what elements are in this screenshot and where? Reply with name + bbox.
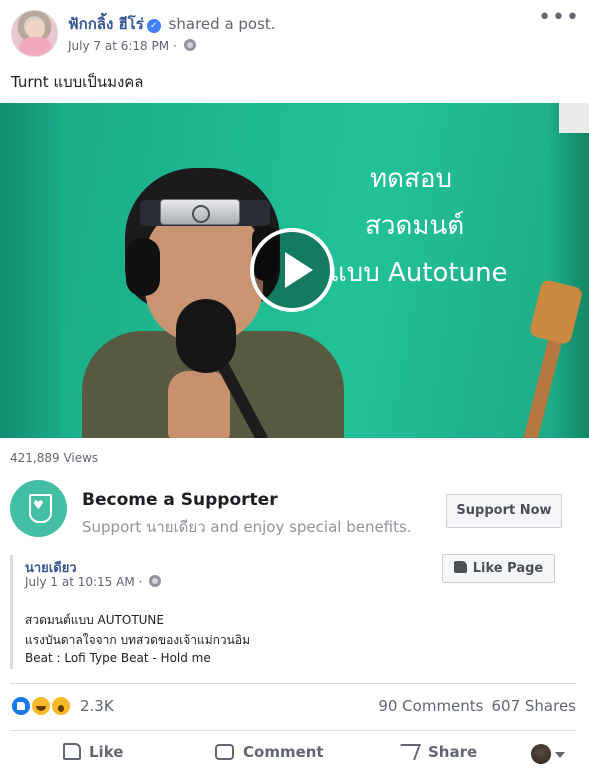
user-avatar[interactable] xyxy=(531,744,551,764)
post-timestamp[interactable]: July 7 at 6:18 PM xyxy=(68,39,169,53)
post-header: ฟักกลิ้ง ฮีโร่ ✓ shared a post. July 7 at… xyxy=(0,0,589,64)
view-count: 421,889 Views xyxy=(10,451,99,465)
video-caption-line: สวดมนต์ xyxy=(365,211,465,241)
avatar-face xyxy=(26,19,45,39)
reaction-count[interactable]: 2.3K xyxy=(80,697,114,715)
like-page-button[interactable]: Like Page xyxy=(442,554,555,583)
thumbs-up-icon xyxy=(63,743,81,760)
globe-icon[interactable] xyxy=(149,575,162,587)
shared-post-meta: July 1 at 10:15 AM · xyxy=(25,575,162,589)
video-bg-left xyxy=(0,103,60,438)
play-button-icon[interactable] xyxy=(250,228,334,312)
shared-text-line: แรงบันดาลใจจาก บทสวดของเจ้าแม่กวนอิม xyxy=(25,633,250,647)
share-button[interactable]: Share xyxy=(395,743,478,761)
video-caption-line: แบบ Autotune xyxy=(330,258,508,288)
supporter-banner: Become a Supporter Support นายเดียว and … xyxy=(0,475,589,550)
shared-text-line: สวดมนต์แบบ AUTOTUNE xyxy=(25,613,164,627)
verified-badge-icon: ✓ xyxy=(146,19,161,33)
author-name[interactable]: ฟักกลิ้ง ฮีโร่ xyxy=(68,15,144,33)
shared-post: นายเดียว July 1 at 10:15 AM · Like Page … xyxy=(10,554,576,669)
comment-count[interactable]: 90 Comments xyxy=(378,697,483,715)
post-text: Turnt แบบเป็นมงคล xyxy=(11,73,144,91)
share-arrow-icon xyxy=(395,744,421,760)
microphone xyxy=(176,299,236,373)
headphone-left xyxy=(126,238,160,296)
thumbs-up-icon xyxy=(453,561,467,573)
wow-reaction-icon xyxy=(50,695,72,717)
video-bg-right xyxy=(549,103,589,438)
video-wall xyxy=(559,103,589,133)
like-label: Like xyxy=(89,743,124,761)
comment-button[interactable]: Comment xyxy=(215,743,324,761)
supporter-badge-icon xyxy=(10,480,67,537)
haha-reaction-icon xyxy=(30,695,52,717)
video-player[interactable]: ทดสอบ สวดมนต์ แบบ Autotune xyxy=(0,103,589,438)
author-line: ฟักกลิ้ง ฮีโร่ ✓ shared a post. xyxy=(68,12,276,36)
shared-text-line: Beat : Lofi Type Beat - Hold me xyxy=(25,651,211,665)
comment-label: Comment xyxy=(243,743,324,761)
shared-post-timestamp[interactable]: July 1 at 10:15 AM · xyxy=(25,575,146,589)
more-dots-icon[interactable]: ••• xyxy=(538,7,580,29)
person-hands xyxy=(168,371,230,438)
chevron-down-icon[interactable] xyxy=(555,752,565,758)
post-meta: July 7 at 6:18 PM · xyxy=(68,39,196,53)
like-button[interactable]: Like xyxy=(63,743,123,761)
headband-plate xyxy=(160,199,240,225)
meta-separator: · xyxy=(172,39,177,53)
like-reaction-icon xyxy=(10,695,32,717)
avatar-body xyxy=(19,37,52,56)
action-bar: Like Comment Share xyxy=(10,731,576,777)
comment-icon xyxy=(215,744,234,760)
share-count[interactable]: 607 Shares xyxy=(492,697,577,715)
author-avatar[interactable] xyxy=(11,10,58,57)
divider xyxy=(10,683,576,684)
post-action-text: shared a post. xyxy=(168,15,276,33)
engagement-counts: 90 Comments 607 Shares xyxy=(378,697,576,715)
supporter-title: Become a Supporter xyxy=(82,490,278,510)
support-now-button[interactable]: Support Now xyxy=(446,494,562,528)
video-caption-line: ทดสอบ xyxy=(370,164,453,194)
share-label: Share xyxy=(428,743,478,761)
like-page-label: Like Page xyxy=(472,561,544,576)
supporter-subtitle: Support นายเดียว and enjoy special benef… xyxy=(82,518,412,536)
globe-icon[interactable] xyxy=(183,39,196,51)
